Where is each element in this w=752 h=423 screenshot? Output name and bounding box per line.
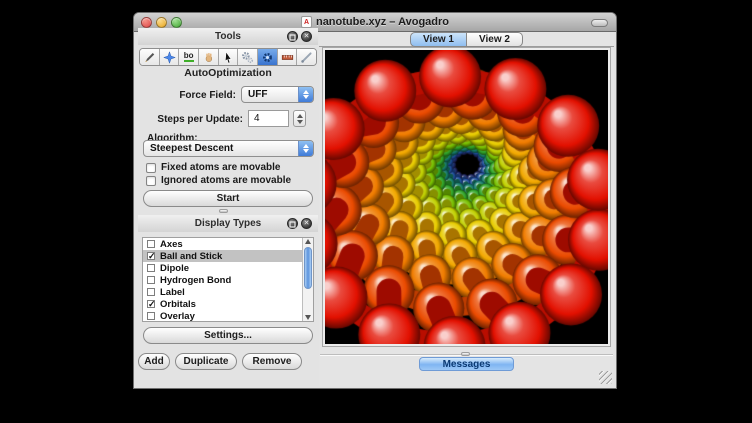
messages-splitter-handle[interactable]	[461, 352, 470, 356]
tool-tab-autorotate[interactable]	[238, 49, 258, 65]
item-checkbox[interactable]	[147, 288, 155, 296]
tool-tab-autooptimize[interactable]	[258, 49, 278, 65]
force-field-label: Force Field:	[143, 90, 236, 101]
settings-button[interactable]: Settings...	[143, 327, 313, 344]
item-checkbox[interactable]	[147, 240, 155, 248]
dock-close-icon[interactable]: ✕	[301, 31, 312, 42]
view-tabbar: View 1 View 2	[319, 32, 614, 47]
tool-tab-align[interactable]	[297, 49, 316, 65]
list-item-label[interactable]: Label	[143, 286, 313, 298]
desktop: A nanotube.xyz – Avogadro Tools ✕	[0, 0, 752, 423]
list-item-orbitals[interactable]: ✓ Orbitals	[143, 298, 313, 310]
messages-button[interactable]: Messages	[419, 357, 514, 371]
minimize-window-icon[interactable]	[156, 17, 167, 28]
item-checkbox[interactable]: ✓	[147, 300, 155, 308]
steps-field[interactable]: 4	[248, 110, 289, 127]
fixed-atoms-label: Fixed atoms are movable	[161, 162, 281, 173]
list-item-axes[interactable]: Axes	[143, 238, 313, 250]
scroll-up-icon[interactable]	[305, 239, 311, 244]
view-pane: View 1 View 2 Messages	[319, 32, 614, 386]
viewport-canvas[interactable]	[325, 50, 608, 344]
algorithm-value: Steepest Descent	[144, 143, 298, 154]
item-checkbox[interactable]	[147, 264, 155, 272]
item-checkbox[interactable]	[147, 276, 155, 284]
tool-selector: bo	[139, 48, 317, 66]
force-field-popup[interactable]: UFF	[241, 86, 314, 103]
dock-splitter-handle[interactable]	[219, 209, 228, 213]
traffic-lights	[141, 17, 182, 28]
display-types-dock: Display Types ✕ Axes ✓ Ball and Stick	[138, 215, 318, 345]
tool-tab-measure[interactable]	[278, 49, 298, 65]
display-dock-title: Display Types	[195, 218, 262, 229]
list-scrollbar[interactable]	[302, 238, 313, 321]
gears-icon	[241, 51, 254, 64]
section-title: AutoOptimization	[138, 67, 318, 79]
start-button[interactable]: Start	[143, 190, 313, 207]
zoom-window-icon[interactable]	[171, 17, 182, 28]
ruler-icon	[281, 51, 294, 64]
duplicate-button[interactable]: Duplicate	[175, 353, 237, 370]
dock-float-icon[interactable]	[287, 218, 298, 229]
ignored-atoms-label: Ignored atoms are movable	[161, 175, 291, 186]
dock-float-icon[interactable]	[287, 31, 298, 42]
tool-tab-draw[interactable]	[140, 49, 160, 65]
list-item-overlay[interactable]: Overlay	[143, 310, 313, 322]
tab-view-1[interactable]: View 1	[410, 32, 467, 47]
gear-icon	[261, 51, 274, 64]
tools-dock-titlebar[interactable]: Tools ✕	[138, 28, 318, 45]
tool-tab-bond-centric[interactable]: bo	[179, 49, 199, 65]
scrollbar-thumb[interactable]	[304, 247, 312, 289]
list-item-dipole[interactable]: Dipole	[143, 262, 313, 274]
pencil-icon	[143, 51, 156, 64]
gl-view-frame	[322, 47, 611, 347]
fixed-atoms-checkbox-row[interactable]: Fixed atoms are movable	[146, 162, 281, 173]
list-item-hydrogen-bond[interactable]: Hydrogen Bond	[143, 274, 313, 286]
item-checkbox[interactable]	[147, 312, 155, 320]
item-checkbox[interactable]: ✓	[147, 252, 155, 260]
ignored-atoms-checkbox-row[interactable]: Ignored atoms are movable	[146, 175, 291, 186]
add-button[interactable]: Add	[138, 353, 170, 370]
steps-stepper[interactable]	[293, 110, 306, 127]
resize-grip-icon[interactable]	[599, 371, 612, 384]
display-types-list: Axes ✓ Ball and Stick Dipole Hydrogen Bo…	[142, 237, 314, 322]
tools-dock-title: Tools	[215, 31, 241, 42]
hand-icon	[202, 51, 215, 64]
navigate-star-icon	[163, 51, 176, 64]
ignored-atoms-checkbox[interactable]	[146, 176, 156, 186]
algorithm-popup[interactable]: Steepest Descent	[143, 140, 314, 157]
remove-button[interactable]: Remove	[242, 353, 302, 370]
align-stick-icon	[300, 51, 313, 64]
tab-view-2[interactable]: View 2	[467, 32, 523, 47]
force-field-value: UFF	[242, 89, 298, 100]
list-item-ball-and-stick[interactable]: ✓ Ball and Stick	[143, 250, 313, 262]
toolbar-toggle-pill[interactable]	[591, 19, 608, 27]
bond-order-icon: bo	[184, 52, 194, 62]
tool-tab-select[interactable]	[219, 49, 239, 65]
display-dock-titlebar[interactable]: Display Types ✕	[138, 215, 318, 232]
tool-tab-navigate[interactable]	[160, 49, 180, 65]
cursor-icon	[222, 51, 235, 64]
avogadro-window: A nanotube.xyz – Avogadro Tools ✕	[133, 12, 617, 389]
document-icon: A	[301, 16, 312, 28]
popup-arrows-icon	[298, 141, 313, 156]
dock-close-icon[interactable]: ✕	[301, 218, 312, 229]
fixed-atoms-checkbox[interactable]	[146, 163, 156, 173]
tools-dock: Tools ✕ bo	[138, 28, 318, 214]
window-title: nanotube.xyz – Avogadro	[316, 16, 449, 28]
steps-label: Steps per Update:	[143, 114, 243, 125]
tool-tab-manipulate[interactable]	[199, 49, 219, 65]
scroll-down-icon[interactable]	[305, 315, 311, 320]
popup-arrows-icon	[298, 87, 313, 102]
close-window-icon[interactable]	[141, 17, 152, 28]
